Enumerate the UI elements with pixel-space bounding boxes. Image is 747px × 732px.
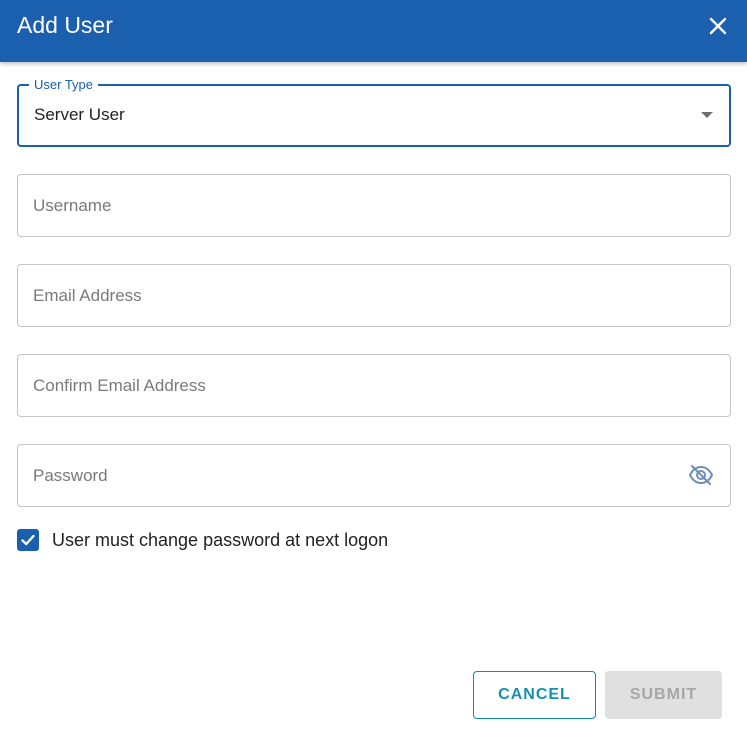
user-type-value: Server User <box>34 105 125 124</box>
user-type-select[interactable]: User Type Server User <box>17 77 731 147</box>
close-icon <box>709 17 727 35</box>
must-change-password-row: User must change password at next logon <box>17 528 388 552</box>
user-type-label: User Type <box>29 77 99 93</box>
password-field[interactable]: Password <box>17 444 731 507</box>
username-placeholder: Username <box>33 196 112 215</box>
cancel-button[interactable]: CANCEL <box>473 671 596 719</box>
close-button[interactable] <box>707 15 729 37</box>
dialog-header: Add User <box>0 0 747 62</box>
username-field[interactable]: Username <box>17 174 731 237</box>
confirm-email-field[interactable]: Confirm Email Address <box>17 354 731 417</box>
must-change-password-checkbox[interactable] <box>17 529 39 551</box>
submit-button[interactable]: SUBMIT <box>605 671 722 719</box>
email-field[interactable]: Email Address <box>17 264 731 327</box>
checkmark-icon <box>21 534 35 546</box>
add-user-dialog: Add User User Type Server User Username … <box>0 0 747 732</box>
must-change-password-label[interactable]: User must change password at next logon <box>52 529 388 551</box>
chevron-down-icon <box>701 112 713 118</box>
password-placeholder: Password <box>33 466 108 485</box>
dialog-title: Add User <box>17 12 113 38</box>
eye-off-icon[interactable] <box>688 464 714 486</box>
email-placeholder: Email Address <box>33 286 142 305</box>
confirm-email-placeholder: Confirm Email Address <box>33 376 206 395</box>
